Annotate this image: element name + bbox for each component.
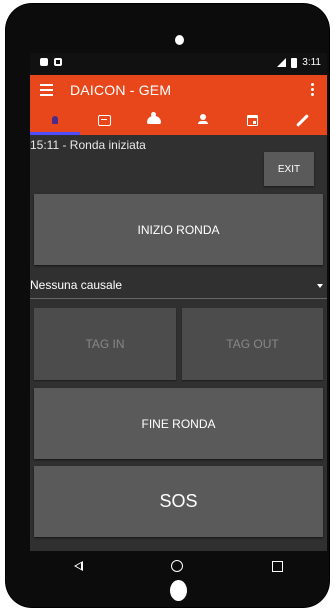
tab-edit[interactable] bbox=[278, 105, 328, 135]
tag-out-button[interactable]: TAG OUT bbox=[182, 308, 323, 380]
chat-icon bbox=[97, 114, 111, 126]
user-icon bbox=[51, 116, 58, 124]
menu-icon[interactable] bbox=[40, 84, 53, 96]
dropdown-arrow-icon bbox=[317, 284, 323, 288]
sos-button[interactable]: SOS bbox=[34, 466, 323, 537]
recent-apps-icon[interactable] bbox=[271, 560, 283, 572]
tag-in-button[interactable]: TAG IN bbox=[34, 308, 176, 380]
calendar-icon bbox=[247, 114, 259, 126]
person-icon bbox=[198, 114, 209, 124]
tab-bar bbox=[30, 105, 327, 135]
app-bar: DAICON - GEM bbox=[30, 75, 327, 105]
status-bar: 3:11 bbox=[30, 53, 327, 75]
clock: 3:11 bbox=[302, 57, 321, 68]
signal-icon bbox=[277, 58, 287, 67]
reason-selected-value: Nessuna causale bbox=[30, 278, 123, 292]
screen: 3:11 DAICON - GEM 15:11 - Ronda iniziata… bbox=[30, 53, 327, 551]
tab-user[interactable] bbox=[30, 105, 80, 135]
notification-icon bbox=[54, 58, 62, 66]
tab-messages[interactable] bbox=[80, 105, 130, 135]
overflow-menu-icon[interactable] bbox=[311, 83, 315, 97]
tab-calendar[interactable] bbox=[228, 105, 278, 135]
phone-frame: 3:11 DAICON - GEM 15:11 - Ronda iniziata… bbox=[6, 4, 329, 607]
end-round-button[interactable]: FINE RONDA bbox=[34, 388, 323, 459]
exit-button[interactable]: EXIT bbox=[264, 152, 314, 186]
tab-person[interactable] bbox=[179, 105, 229, 135]
round-status-message: 15:11 - Ronda iniziata bbox=[30, 138, 146, 152]
home-button[interactable] bbox=[170, 580, 187, 601]
pencil-icon bbox=[295, 113, 309, 127]
system-nav-bar bbox=[30, 551, 327, 581]
battery-icon bbox=[291, 57, 298, 68]
app-title: DAICON - GEM bbox=[70, 82, 172, 98]
dropdown-underline bbox=[30, 298, 327, 299]
back-icon[interactable] bbox=[74, 561, 84, 571]
home-icon[interactable] bbox=[171, 560, 184, 572]
start-round-button[interactable]: INIZIO RONDA bbox=[34, 194, 323, 265]
earpiece-speaker bbox=[175, 35, 184, 45]
reason-dropdown[interactable]: Nessuna causale bbox=[30, 278, 327, 299]
notification-icon bbox=[40, 58, 48, 66]
group-icon bbox=[146, 112, 161, 124]
tab-group[interactable] bbox=[129, 105, 179, 135]
